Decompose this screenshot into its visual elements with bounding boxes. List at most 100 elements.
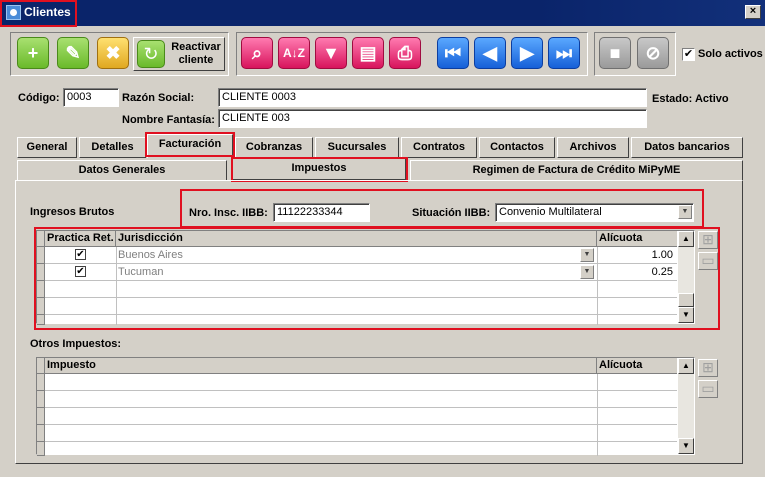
print-icon: ⎙ (397, 43, 413, 63)
print-button[interactable]: ⎙ (389, 37, 421, 69)
table-row[interactable] (45, 425, 677, 442)
report-button[interactable]: ▤ (352, 37, 384, 69)
scroll-thumb[interactable] (678, 293, 694, 307)
reactivate-icon: ↻ (137, 40, 165, 68)
check-icon: ✔ (76, 249, 85, 260)
nombre-fantasia-field[interactable]: CLIENTE 003 (218, 109, 647, 128)
col-alicuota-otros[interactable]: Alícuota (597, 358, 677, 374)
tab-archivos[interactable]: Archivos (557, 137, 629, 158)
tab-contactos[interactable]: Contactos (479, 137, 555, 158)
save-button[interactable]: ■ (599, 37, 631, 69)
reactivar-line2: cliente (178, 54, 214, 66)
sort-button[interactable]: A↓Z (278, 37, 310, 69)
ingresos-brutos-label: Ingresos Brutos (30, 206, 115, 218)
close-button[interactable]: × (745, 5, 761, 19)
tab-cobranzas[interactable]: Cobranzas (235, 137, 313, 158)
row-indicator (37, 442, 45, 456)
add-row-icon[interactable]: ⊞ (698, 359, 718, 377)
search-button[interactable]: ⌕ (241, 37, 273, 69)
row-indicator (37, 315, 45, 325)
tab-datos-bancarios[interactable]: Datos bancarios (631, 137, 743, 158)
row-indicator (37, 391, 45, 408)
solo-activos-checkbox[interactable]: ✔ (682, 48, 695, 61)
estado-text: Estado: Activo (652, 93, 729, 105)
plus-icon: + (27, 43, 39, 63)
first-record-button[interactable]: ⏮ (437, 37, 469, 69)
table-row[interactable] (45, 298, 677, 315)
jurisdiccion-dropdown-icon[interactable]: ▼ (580, 265, 594, 279)
table-row[interactable] (45, 408, 677, 425)
scroll-up-icon[interactable]: ▲ (678, 231, 694, 247)
cancel-button[interactable]: ⊘ (637, 37, 669, 69)
filter-button[interactable]: ▼ (315, 37, 347, 69)
situacion-iibb-value: Convenio Multilateral (499, 206, 602, 218)
practica-checkbox[interactable]: ✔ (75, 266, 86, 277)
situacion-dropdown-icon[interactable]: ▼ (678, 205, 692, 219)
tab-contratos[interactable]: Contratos (401, 137, 477, 158)
toolbar-edit-group: + ✎ ✖ ↻ Reactivar cliente (10, 32, 229, 76)
otros-impuestos-label: Otros Impuestos: (30, 338, 122, 350)
row-indicator (37, 408, 45, 425)
sort-az-icon: A↓Z (283, 46, 305, 60)
tab-sucursales[interactable]: Sucursales (315, 137, 399, 158)
subtab-regimen-mipyme[interactable]: Regimen de Factura de Crédito MiPyME (410, 160, 743, 181)
delete-row-icon[interactable]: ▭ (698, 380, 718, 398)
add-button[interactable]: + (17, 37, 49, 69)
app-icon (6, 5, 21, 20)
table-row[interactable] (45, 281, 677, 298)
alicuota-cell[interactable]: 0.25 (597, 264, 675, 280)
situacion-iibb-select[interactable]: Convenio Multilateral (495, 203, 694, 222)
otros-scrollbar[interactable]: ▲ ▼ (678, 358, 694, 454)
delete-button[interactable]: ✖ (97, 37, 129, 69)
scroll-up-icon[interactable]: ▲ (678, 358, 694, 374)
pencil-icon: ✎ (65, 43, 81, 63)
row-indicator (37, 281, 45, 298)
subtab-datos-generales[interactable]: Datos Generales (17, 160, 227, 181)
first-record-icon: ⏮ (444, 43, 462, 63)
delete-icon: ✖ (105, 43, 121, 63)
prev-record-button[interactable]: ◀ (474, 37, 506, 69)
row-indicator (37, 298, 45, 315)
edit-button[interactable]: ✎ (57, 37, 89, 69)
col-alicuota[interactable]: Alícuota (597, 231, 677, 247)
tab-facturacion[interactable]: Facturación (147, 134, 233, 158)
alicuota-cell[interactable]: 1.00 (597, 247, 675, 263)
razon-social-field[interactable]: CLIENTE 0003 (218, 88, 647, 107)
razon-social-label: Razón Social: (122, 92, 195, 104)
nro-insc-iibb-label: Nro. Insc. IIBB: (189, 207, 268, 219)
row-indicator (37, 264, 45, 281)
next-record-button[interactable]: ▶ (511, 37, 543, 69)
prev-record-icon: ◀ (483, 43, 497, 63)
jurisdicciones-scrollbar[interactable]: ▲ ▼ (678, 231, 694, 323)
table-row[interactable] (45, 391, 677, 408)
jurisdiccion-cell[interactable]: Buenos Aires (116, 247, 586, 263)
table-row[interactable]: ✔ Tucuman ▼ 0.25 (45, 264, 677, 281)
practica-checkbox[interactable]: ✔ (75, 249, 86, 260)
last-record-icon: ⏭ (555, 43, 573, 63)
last-record-button[interactable]: ⏭ (548, 37, 580, 69)
jurisdiccion-cell[interactable]: Tucuman (116, 264, 586, 280)
delete-row-icon[interactable]: ▭ (698, 252, 718, 270)
close-icon: × (749, 5, 757, 17)
col-impuesto[interactable]: Impuesto (45, 358, 597, 374)
nro-insc-iibb-field[interactable]: 11122233344 (273, 203, 370, 222)
grid-corner (37, 231, 45, 247)
tab-detalles[interactable]: Detalles (79, 137, 146, 158)
solo-activos-label: Solo activos (698, 48, 763, 60)
tab-general[interactable]: General (17, 137, 77, 158)
col-practica-ret[interactable]: Practica Ret. (45, 231, 116, 247)
codigo-field[interactable]: 0003 (63, 88, 119, 107)
jurisdiccion-dropdown-icon[interactable]: ▼ (580, 248, 594, 262)
col-jurisdiccion[interactable]: Jurisdicción (116, 231, 597, 247)
reactivar-cliente-button[interactable]: ↻ Reactivar cliente (133, 37, 225, 71)
scroll-down-icon[interactable]: ▼ (678, 307, 694, 323)
scroll-down-icon[interactable]: ▼ (678, 438, 694, 454)
reactivar-label: Reactivar cliente (168, 41, 224, 67)
jurisdicciones-grid: Practica Ret. Jurisdicción Alícuota ✔ Bu… (36, 230, 695, 325)
subtab-impuestos[interactable]: Impuestos (232, 158, 406, 180)
table-row[interactable] (45, 374, 677, 391)
nombre-fantasia-label: Nombre Fantasía: (122, 114, 215, 126)
table-row[interactable]: ✔ Buenos Aires ▼ 1.00 (45, 247, 677, 264)
add-row-icon[interactable]: ⊞ (698, 231, 718, 249)
disabled-cancel-icon: ⊘ (645, 43, 661, 63)
